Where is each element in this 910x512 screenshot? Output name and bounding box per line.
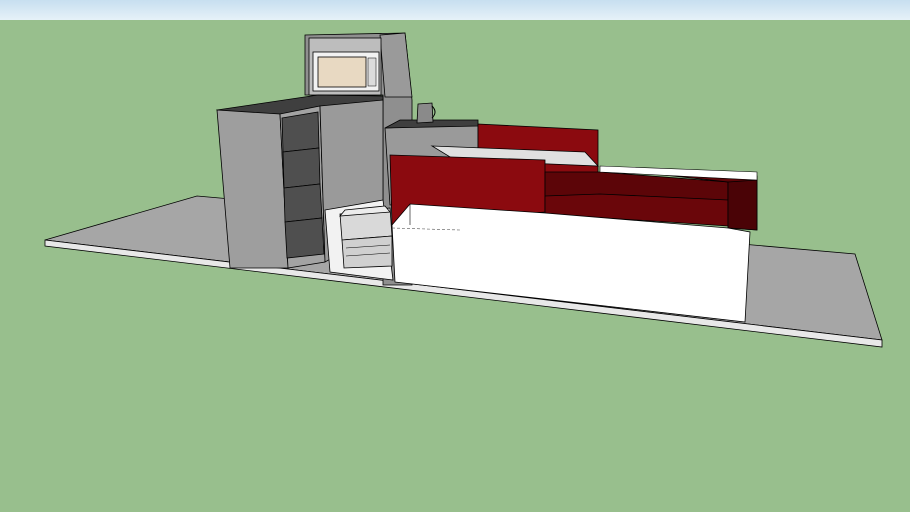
drawer-1[interactable]: [281, 111, 320, 153]
model-viewport[interactable]: [0, 0, 910, 512]
drawer-3[interactable]: [283, 183, 323, 223]
kettle[interactable]: [416, 102, 436, 124]
sky: [0, 0, 910, 20]
drawer-4[interactable]: [284, 217, 325, 259]
drawer-2[interactable]: [282, 147, 321, 189]
printer[interactable]: [339, 205, 393, 269]
microwave[interactable]: [308, 37, 382, 96]
